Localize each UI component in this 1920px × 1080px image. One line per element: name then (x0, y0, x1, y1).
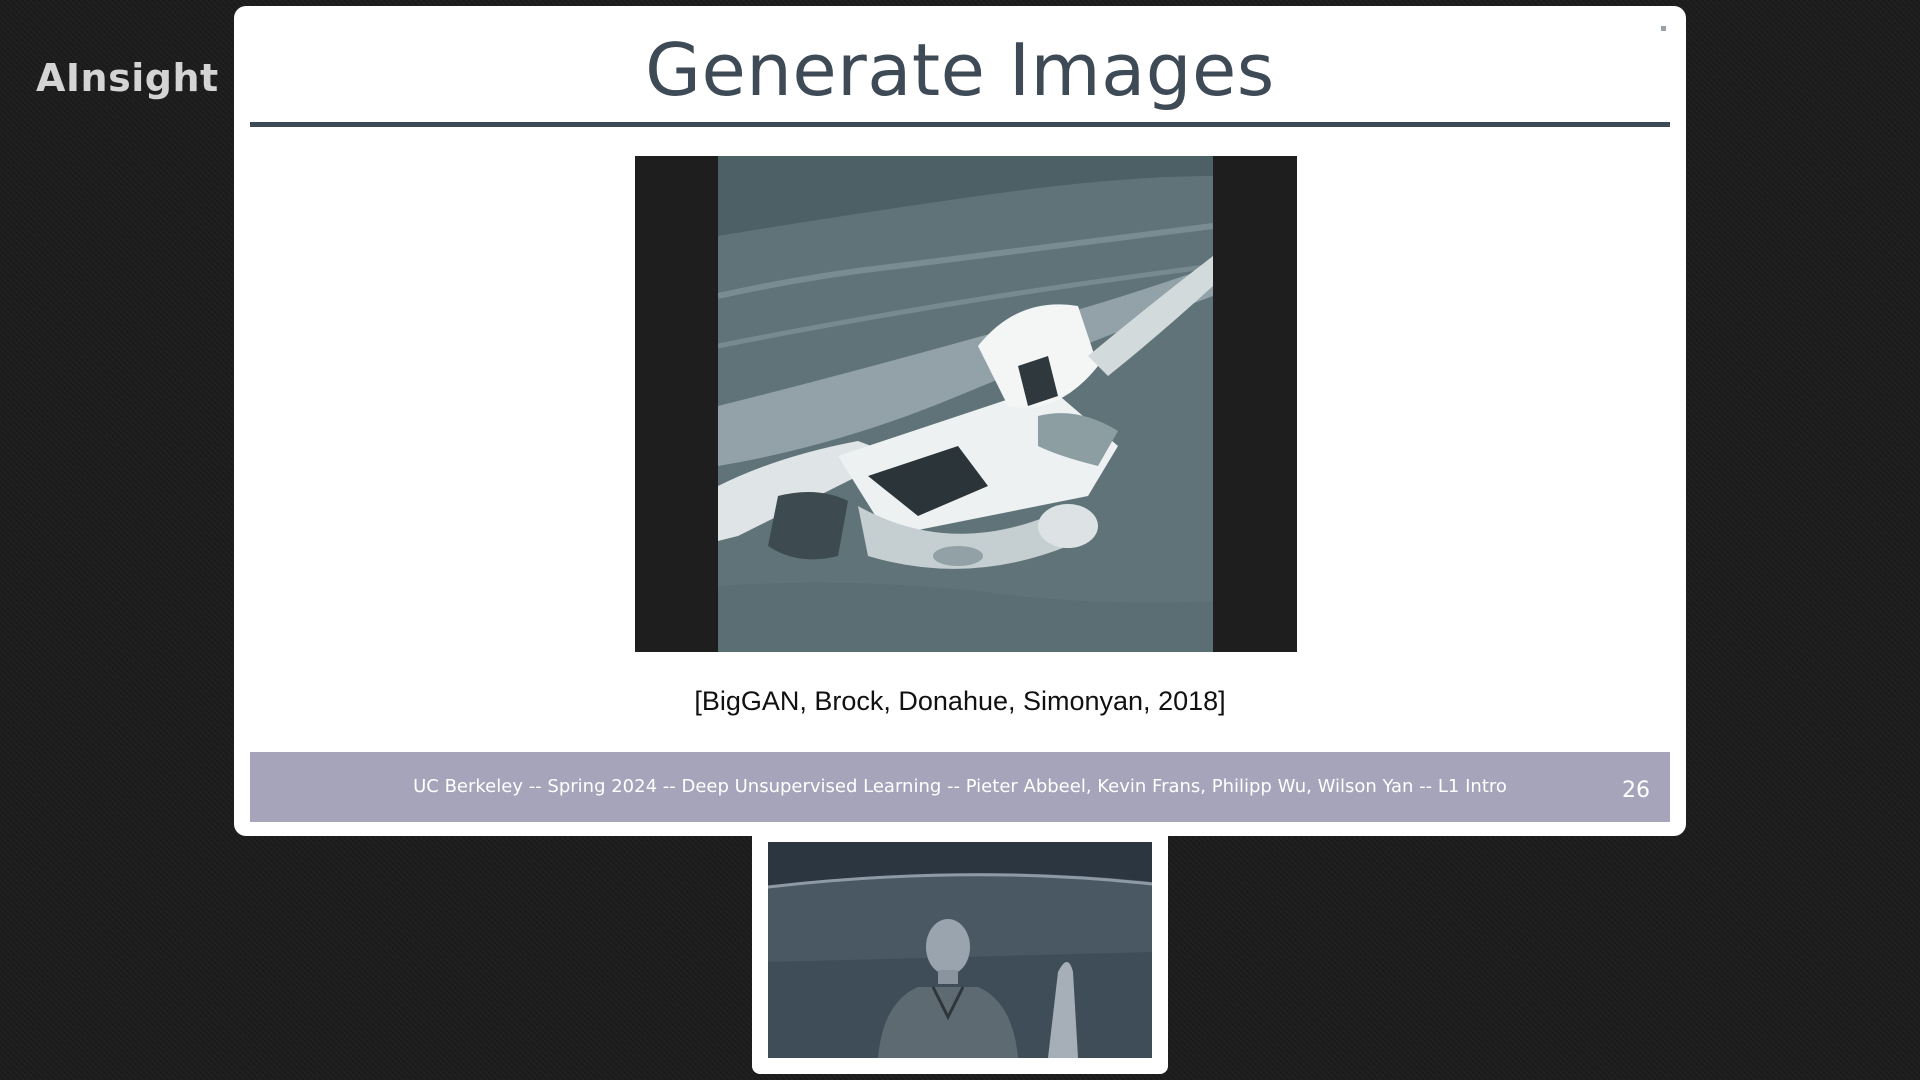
slide-title: Generate Images (645, 28, 1275, 112)
slide-page-number: 26 (1622, 778, 1650, 803)
presenter-video-icon (768, 842, 1152, 1058)
generated-image-figure (635, 156, 1297, 652)
watermark-text: AInsight (36, 56, 219, 100)
presenter-webcam (752, 836, 1168, 1074)
footer-text: UC Berkeley -- Spring 2024 -- Deep Unsup… (413, 776, 1507, 797)
figure-citation: [BigGAN, Brock, Donahue, Simonyan, 2018] (694, 686, 1226, 716)
title-divider (250, 122, 1670, 127)
slide-footer: UC Berkeley -- Spring 2024 -- Deep Unsup… (250, 752, 1670, 822)
presentation-slide: Generate Images [BigGAN, Brock, Donahue,… (234, 6, 1686, 836)
biggan-generated-boat-image (718, 156, 1213, 652)
